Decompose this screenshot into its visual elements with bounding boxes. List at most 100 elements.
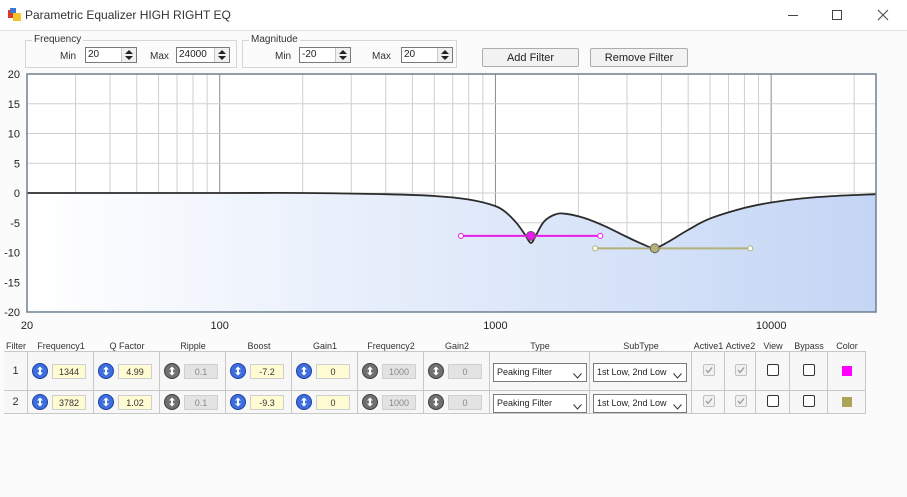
table-cell: 1000 (358, 391, 424, 414)
table-cell (790, 391, 828, 414)
active1-checkbox (702, 395, 715, 407)
response-fill (27, 193, 876, 312)
table-cell: -9.3 (226, 391, 292, 414)
filter-2-high-handle[interactable] (747, 245, 754, 252)
boost-field[interactable]: -9.3 (250, 395, 284, 410)
q-factor-field[interactable]: 4.99 (118, 364, 152, 379)
table-cell: -7.2 (226, 352, 292, 391)
table-cell: 1st Low, 2nd Low (590, 391, 692, 414)
header-frequency1: Frequency1 (37, 341, 85, 351)
boost-knob-icon[interactable] (230, 363, 246, 379)
x-tick-label: 100 (211, 320, 229, 332)
type-value: Peaking Filter (497, 398, 553, 408)
filter-2-low-handle[interactable] (592, 245, 599, 252)
header-bypass: Bypass (794, 341, 824, 351)
ripple-field: 0.1 (184, 395, 218, 410)
header-frequency2: Frequency2 (367, 341, 415, 351)
type-dropdown[interactable]: Peaking Filter (493, 363, 587, 382)
header-view: View (763, 341, 783, 351)
y-tick-label: -20 (4, 307, 20, 319)
filter-1-center-handle[interactable] (525, 230, 536, 241)
ripple-field: 0.1 (184, 364, 218, 379)
frequency1-knob-icon[interactable] (32, 394, 48, 410)
filter-2-center-handle[interactable] (649, 243, 660, 254)
y-tick-label: -15 (4, 277, 20, 289)
boost-field[interactable]: -7.2 (250, 364, 284, 379)
ripple-knob-icon[interactable] (164, 363, 180, 379)
table-cell (756, 391, 790, 414)
active1-checkbox (702, 364, 715, 376)
frequency1-field[interactable]: 3782 (52, 395, 86, 410)
active2-checkbox (734, 364, 747, 376)
frequency2-knob-icon[interactable] (362, 394, 378, 410)
table-cell: 0 (424, 391, 490, 414)
type-dropdown[interactable]: Peaking Filter (493, 394, 587, 413)
y-tick-label: 20 (8, 69, 20, 81)
table-cell: 0.1 (160, 352, 226, 391)
y-tick-label: 5 (14, 158, 20, 170)
table-cell: 1st Low, 2nd Low (590, 352, 692, 391)
chevron-down-icon (673, 399, 682, 412)
color-swatch[interactable] (842, 397, 852, 407)
table-cell (828, 391, 866, 414)
q-factor-knob-icon[interactable] (98, 394, 114, 410)
header-q-factor: Q Factor (109, 341, 145, 351)
y-tick-label: -5 (10, 218, 20, 230)
color-swatch[interactable] (842, 366, 852, 376)
bypass-checkbox[interactable] (803, 395, 815, 407)
frequency2-knob-icon[interactable] (362, 363, 378, 379)
frequency-response-chart[interactable]: 20151050-5-10-15-2020 100 1000 10000 (0, 0, 907, 336)
table-cell: 0 (292, 352, 358, 391)
frequency1-field[interactable]: 1344 (52, 364, 86, 379)
q-factor-knob-icon[interactable] (98, 363, 114, 379)
header-ripple: Ripple (180, 341, 206, 351)
header-color: Color (836, 341, 858, 351)
y-tick-label: -10 (4, 248, 20, 260)
table-cell (756, 352, 790, 391)
gain1-knob-icon[interactable] (296, 394, 312, 410)
frequency2-field: 1000 (382, 364, 416, 379)
table-cell (725, 352, 756, 391)
table-cell: 1344 (28, 352, 94, 391)
table-cell: 1.02 (94, 391, 160, 414)
table-cell: Peaking Filter (490, 352, 590, 391)
gain2-knob-icon[interactable] (428, 363, 444, 379)
header-active2: Active2 (725, 341, 756, 351)
gain1-field[interactable]: 0 (316, 395, 350, 410)
q-factor-field[interactable]: 1.02 (118, 395, 152, 410)
gain2-field: 0 (448, 395, 482, 410)
row-number: 1 (4, 352, 28, 391)
subtype-dropdown[interactable]: 1st Low, 2nd Low (593, 394, 687, 413)
table-cell (692, 391, 725, 414)
filter-1-high-handle[interactable] (597, 232, 604, 239)
gain1-knob-icon[interactable] (296, 363, 312, 379)
table-cell (828, 352, 866, 391)
gain2-knob-icon[interactable] (428, 394, 444, 410)
gain2-field: 0 (448, 364, 482, 379)
gain1-field[interactable]: 0 (316, 364, 350, 379)
header-filter: Filter (6, 341, 26, 351)
y-tick-label: 0 (14, 188, 20, 200)
header-boost: Boost (247, 341, 271, 351)
table-cell: 1000 (358, 352, 424, 391)
subtype-value: 1st Low, 2nd Low (597, 367, 667, 377)
header-subtype: SubType (623, 341, 659, 351)
header-type: Type (530, 341, 550, 351)
frequency1-knob-icon[interactable] (32, 363, 48, 379)
table-cell (692, 352, 725, 391)
boost-knob-icon[interactable] (230, 394, 246, 410)
ripple-knob-icon[interactable] (164, 394, 180, 410)
bypass-checkbox[interactable] (803, 364, 815, 376)
frequency2-field: 1000 (382, 395, 416, 410)
subtype-dropdown[interactable]: 1st Low, 2nd Low (593, 363, 687, 382)
x-tick-label: 1000 (483, 320, 507, 332)
header-gain1: Gain1 (312, 341, 338, 351)
filter-1-low-handle[interactable] (457, 232, 464, 239)
y-tick-label: 15 (8, 99, 20, 111)
view-checkbox[interactable] (767, 364, 779, 376)
view-checkbox[interactable] (767, 395, 779, 407)
type-value: Peaking Filter (497, 367, 553, 377)
y-tick-label: 10 (8, 129, 20, 141)
active2-checkbox (734, 395, 747, 407)
table-cell: Peaking Filter (490, 391, 590, 414)
